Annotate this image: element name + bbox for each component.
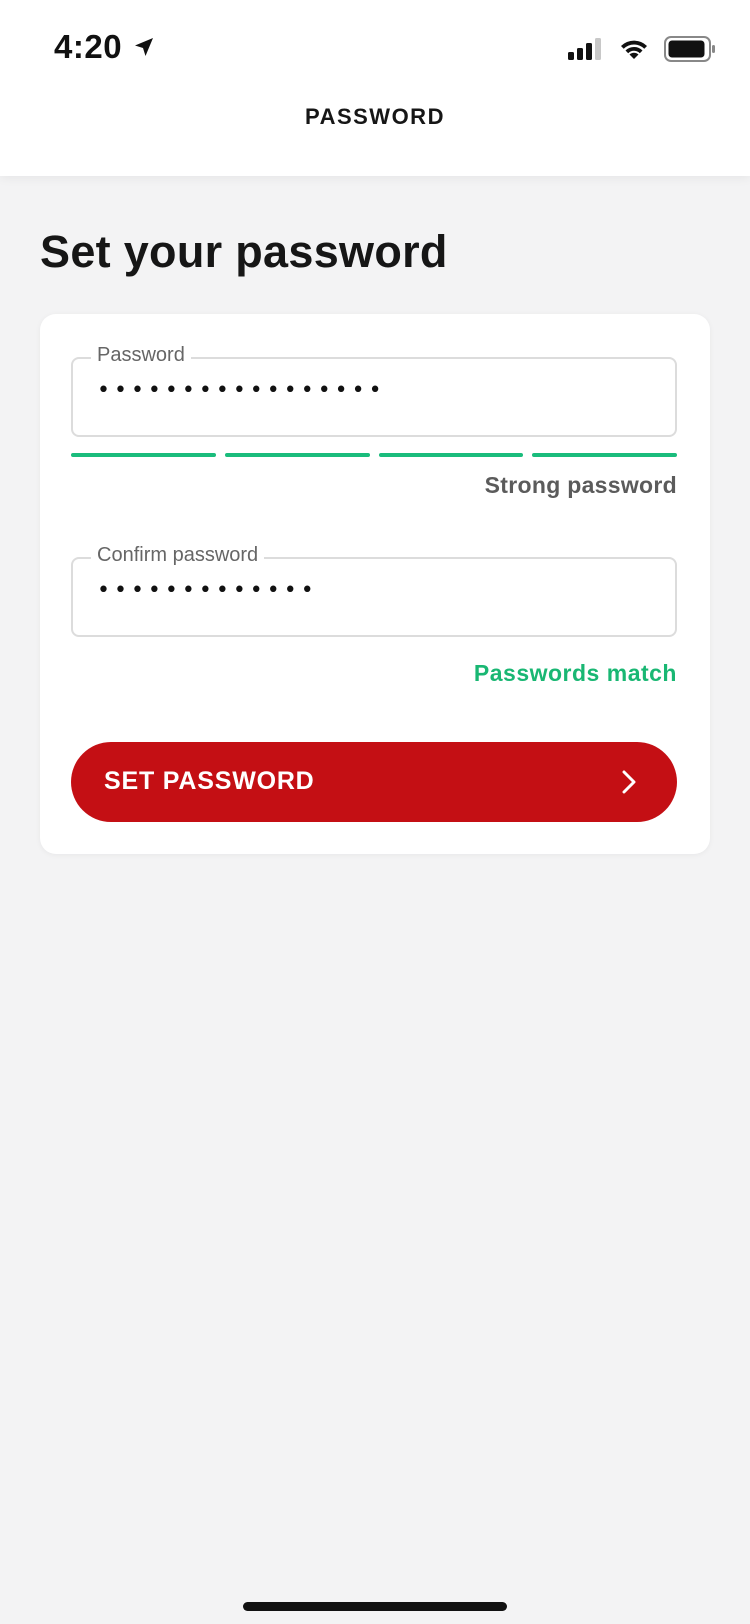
set-password-button[interactable]: SET PASSWORD	[71, 742, 677, 822]
password-field[interactable]: Password	[71, 344, 677, 437]
password-strength-text: Strong password	[484, 472, 677, 498]
status-icons	[568, 36, 716, 62]
chevron-right-icon	[622, 770, 636, 794]
strength-segment	[71, 453, 216, 457]
location-arrow-icon	[135, 38, 154, 56]
set-password-button-label: SET PASSWORD	[104, 767, 315, 795]
header: 4:20 PASSWORD	[0, 0, 750, 176]
home-indicator	[243, 1602, 507, 1611]
strength-segment	[532, 453, 677, 457]
confirm-password-field[interactable]: Confirm password	[71, 544, 677, 637]
status-time-text: 4:20	[54, 28, 123, 65]
status-time: 4:20	[54, 28, 156, 66]
password-form-card: Password Strong password Confirm passwor…	[40, 314, 710, 854]
password-input[interactable]	[95, 377, 659, 404]
cellular-signal-icon	[568, 38, 601, 60]
password-field-label: Password	[91, 344, 191, 367]
strength-segment	[378, 453, 524, 457]
passwords-match-text: Passwords match	[473, 660, 677, 686]
password-strength-meter	[71, 453, 677, 457]
strength-segment	[224, 453, 370, 457]
battery-icon	[664, 36, 715, 62]
wifi-icon	[621, 40, 647, 59]
confirm-password-input[interactable]	[95, 577, 659, 604]
nav-title: PASSWORD	[305, 104, 445, 129]
page-title: Set your password	[40, 226, 448, 277]
confirm-password-field-label: Confirm password	[91, 544, 265, 567]
